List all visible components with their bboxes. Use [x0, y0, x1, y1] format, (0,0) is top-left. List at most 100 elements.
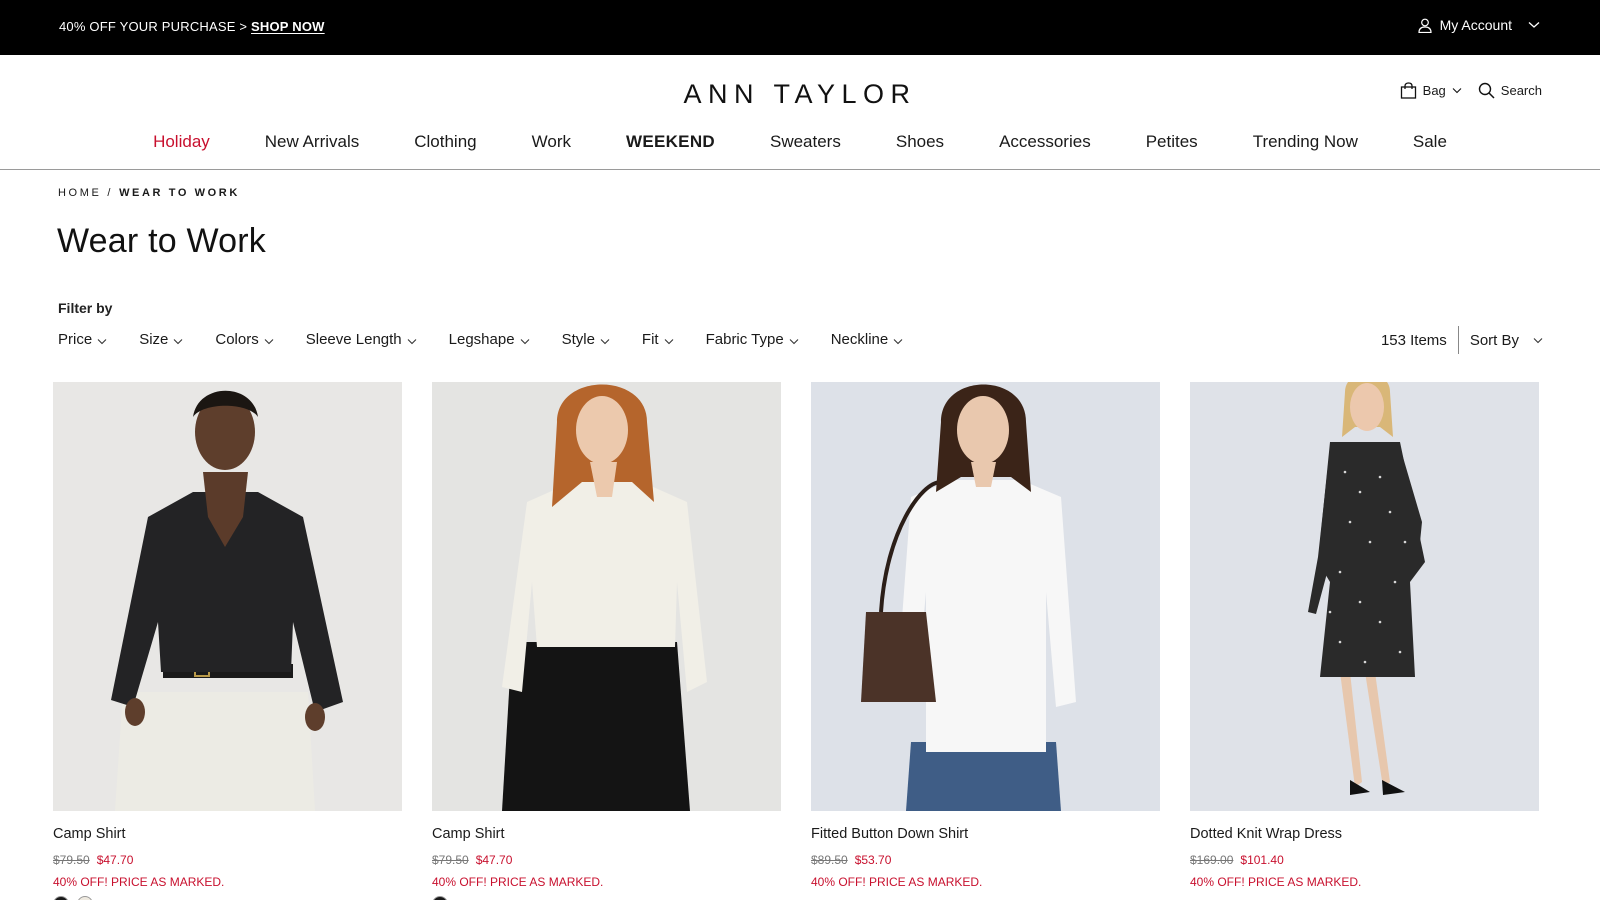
promo-message: 40% OFF YOUR PURCHASE > SHOP NOW — [59, 19, 325, 34]
nav-item-accessories[interactable]: Accessories — [972, 132, 1119, 152]
product-name[interactable]: Fitted Button Down Shirt — [811, 826, 1160, 842]
product-image[interactable] — [53, 382, 402, 811]
nav-item-new-arrivals[interactable]: New Arrivals — [237, 132, 386, 152]
filter-label: Price — [58, 331, 93, 348]
filter-colors[interactable]: Colors — [215, 331, 274, 348]
product-grid: Camp Shirt $79.50 $47.70 40% OFF! PRICE … — [53, 382, 1539, 900]
model-photo — [432, 382, 781, 811]
product-image[interactable] — [1190, 382, 1539, 811]
nav-item-sale[interactable]: Sale — [1385, 132, 1474, 152]
color-swatches — [432, 896, 781, 900]
product-prices: $169.00 $101.40 — [1190, 853, 1539, 867]
chevron-down-icon — [600, 338, 610, 344]
filter-legshape[interactable]: Legshape — [449, 331, 530, 348]
product-name[interactable]: Camp Shirt — [53, 826, 402, 842]
original-price: $169.00 — [1190, 853, 1234, 867]
breadcrumb-current: WEAR TO WORK — [119, 187, 240, 199]
shopping-bag-icon — [1400, 82, 1416, 99]
sort-by-label: Sort By — [1469, 331, 1519, 349]
item-count: 153 Items — [1380, 331, 1447, 349]
filter-label: Style — [561, 331, 595, 348]
promo-note: 40% OFF! PRICE AS MARKED. — [432, 875, 604, 889]
filter-by-label: Filter by — [58, 300, 113, 316]
nav-item-petites[interactable]: Petites — [1118, 132, 1225, 152]
chevron-down-icon — [893, 338, 903, 344]
bag-button[interactable]: Bag — [1400, 82, 1462, 99]
nav-item-holiday[interactable]: Holiday — [126, 132, 238, 152]
sale-price: $47.70 — [96, 853, 134, 867]
chevron-down-icon — [1533, 337, 1543, 343]
breadcrumb: HOME / WEAR TO WORK — [58, 187, 240, 199]
filter-neckline[interactable]: Neckline — [831, 331, 904, 348]
color-swatch[interactable] — [53, 896, 69, 900]
product-card[interactable]: Camp Shirt $79.50 $47.70 40% OFF! PRICE … — [432, 382, 781, 900]
my-account-label: My Account — [1439, 17, 1512, 33]
product-name[interactable]: Camp Shirt — [432, 826, 781, 842]
model-photo — [1190, 382, 1539, 811]
chevron-down-icon — [520, 338, 529, 344]
original-price: $79.50 — [432, 853, 469, 867]
product-image[interactable] — [811, 382, 1160, 811]
chevron-down-icon — [664, 338, 673, 344]
search-icon — [1478, 82, 1495, 99]
chevron-down-icon — [1452, 88, 1462, 94]
nav-item-clothing[interactable]: Clothing — [387, 132, 504, 152]
color-swatch[interactable] — [77, 896, 93, 900]
nav-item-weekend[interactable]: WEEKEND — [598, 132, 742, 152]
chevron-down-icon — [264, 338, 274, 344]
filter-label: Neckline — [830, 331, 889, 348]
chevron-down-icon — [789, 338, 799, 344]
filter-label: Fabric Type — [705, 331, 784, 348]
promo-text: 40% OFF YOUR PURCHASE > — [59, 19, 252, 34]
color-swatches — [53, 896, 402, 900]
promo-note: 40% OFF! PRICE AS MARKED. — [811, 875, 983, 889]
sale-price: $47.70 — [475, 853, 513, 867]
color-swatch[interactable] — [432, 896, 448, 900]
chevron-down-icon — [1528, 22, 1540, 28]
sale-price: $53.70 — [854, 853, 892, 867]
brand-logo[interactable]: ANN TAYLOR — [0, 79, 1600, 110]
filter-style[interactable]: Style — [562, 331, 610, 348]
filter-label: Legshape — [448, 331, 515, 348]
promo-note: 40% OFF! PRICE AS MARKED. — [53, 875, 225, 889]
filter-label: Sleeve Length — [305, 331, 402, 348]
breadcrumb-home[interactable]: HOME — [58, 187, 101, 199]
site-header: ANN TAYLOR Bag Search Holiday New Arriva… — [0, 55, 1600, 170]
sort-by-dropdown[interactable]: Sort By — [1459, 332, 1543, 349]
original-price: $79.50 — [53, 853, 90, 867]
search-button[interactable]: Search — [1478, 82, 1542, 99]
results-controls: 153 Items Sort By — [1381, 326, 1543, 354]
breadcrumb-separator: / — [107, 187, 114, 199]
filter-bar: Price Size Colors Sleeve Length Legshape… — [58, 331, 935, 348]
nav-item-trending-now[interactable]: Trending Now — [1225, 132, 1385, 152]
filter-label: Size — [139, 331, 169, 348]
filter-size[interactable]: Size — [139, 331, 183, 348]
chevron-down-icon — [97, 338, 107, 344]
header-utilities: Bag Search — [1400, 82, 1542, 99]
product-card[interactable]: Camp Shirt $79.50 $47.70 40% OFF! PRICE … — [53, 382, 402, 900]
product-prices: $79.50 $47.70 — [53, 853, 402, 867]
product-prices: $79.50 $47.70 — [432, 853, 781, 867]
bag-label: Bag — [1422, 83, 1446, 98]
nav-item-work[interactable]: Work — [504, 132, 598, 152]
filter-fabric-type[interactable]: Fabric Type — [706, 331, 799, 348]
shop-now-link[interactable]: SHOP NOW — [251, 19, 325, 34]
filter-label: Fit — [641, 331, 659, 348]
product-name[interactable]: Dotted Knit Wrap Dress — [1190, 826, 1539, 842]
model-photo — [811, 382, 1160, 811]
promo-bar: 40% OFF YOUR PURCHASE > SHOP NOW My Acco… — [0, 0, 1600, 55]
sale-price: $101.40 — [1240, 853, 1284, 867]
product-image[interactable] — [432, 382, 781, 811]
product-card[interactable]: Dotted Knit Wrap Dress $169.00 $101.40 4… — [1190, 382, 1539, 900]
product-card[interactable]: Fitted Button Down Shirt $89.50 $53.70 4… — [811, 382, 1160, 900]
filter-sleeve-length[interactable]: Sleeve Length — [306, 331, 417, 348]
filter-label: Colors — [215, 331, 259, 348]
nav-item-shoes[interactable]: Shoes — [868, 132, 971, 152]
chevron-down-icon — [173, 338, 183, 344]
nav-item-sweaters[interactable]: Sweaters — [742, 132, 868, 152]
filter-fit[interactable]: Fit — [642, 331, 674, 348]
page-title: Wear to Work — [57, 222, 266, 260]
search-label: Search — [1500, 83, 1542, 98]
my-account-menu[interactable]: My Account — [1418, 17, 1540, 33]
filter-price[interactable]: Price — [58, 331, 107, 348]
